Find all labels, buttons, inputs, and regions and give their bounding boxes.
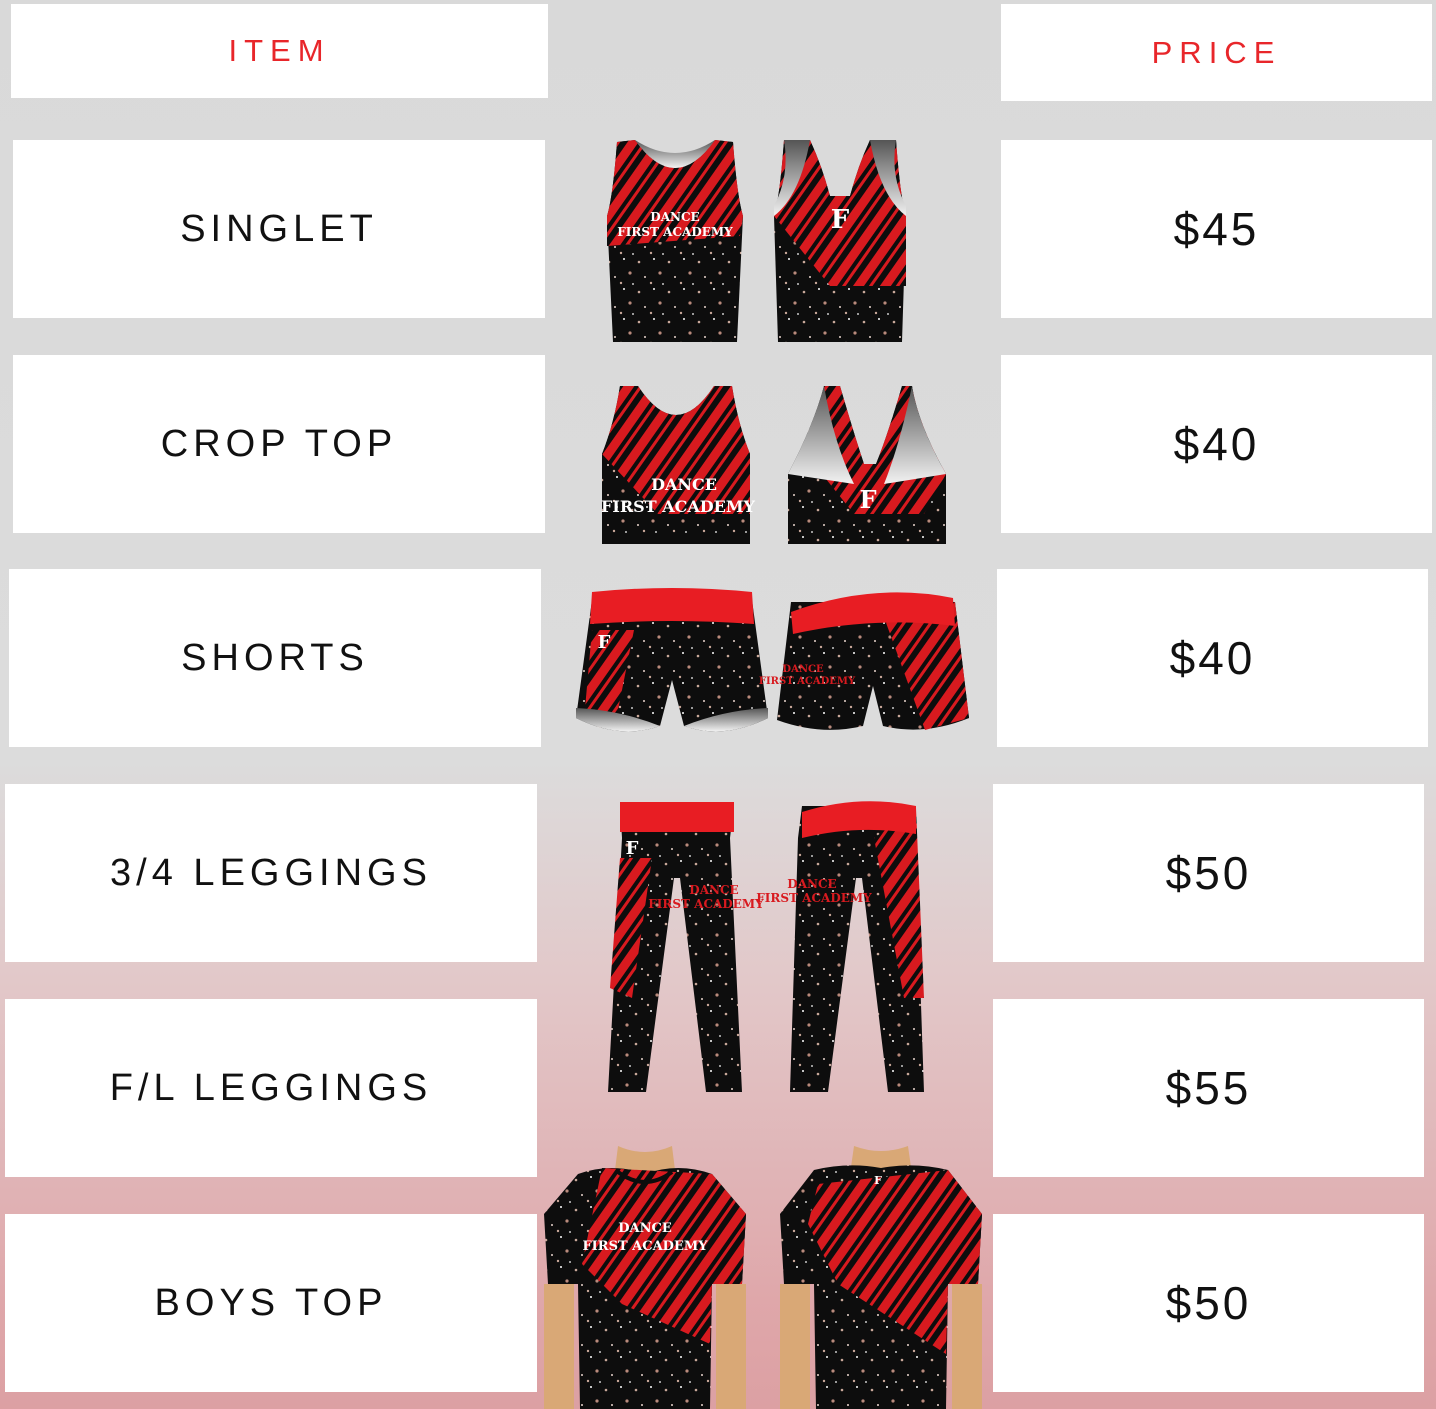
price-cell: $55 — [993, 999, 1424, 1177]
svg-text:FIRST ACADEMY: FIRST ACADEMY — [617, 225, 733, 239]
svg-text:FIRST ACADEMY: FIRST ACADEMY — [759, 676, 856, 687]
item-name: 3/4 LEGGINGS — [110, 851, 432, 894]
item-name: SINGLET — [180, 207, 378, 250]
svg-text:DANCE: DANCE — [689, 883, 738, 897]
leggings-back-image: DANCE FIRST ACADEMY — [756, 798, 934, 1098]
item-price: $45 — [1173, 203, 1260, 255]
item-price: $40 — [1173, 418, 1260, 470]
price-cell: $45 — [1001, 140, 1432, 318]
leggings-front-image: F DANCE FIRST ACADEMY — [602, 798, 764, 1098]
svg-text:DANCE: DANCE — [618, 1221, 672, 1236]
item-price: $40 — [1169, 632, 1256, 684]
item-price: $50 — [1165, 1277, 1252, 1329]
item-name-cell: 3/4 LEGGINGS — [5, 784, 537, 962]
svg-text:DANCE: DANCE — [787, 877, 836, 891]
item-name-cell: CROP TOP — [13, 355, 545, 533]
item-header-label: ITEM — [228, 33, 331, 68]
item-name-cell: F/L LEGGINGS — [5, 999, 537, 1177]
boys-top-back-image: F — [778, 1144, 984, 1409]
svg-text:F: F — [626, 838, 639, 859]
price-cell: $40 — [1001, 355, 1432, 533]
svg-text:DANCE: DANCE — [651, 475, 717, 494]
svg-text:FIRST ACADEMY: FIRST ACADEMY — [756, 891, 872, 905]
item-name: SHORTS — [181, 636, 369, 679]
svg-text:FIRST ACADEMY: FIRST ACADEMY — [601, 497, 756, 516]
price-header: PRICE — [1001, 4, 1432, 101]
item-header: ITEM — [11, 4, 548, 98]
shorts-front-image: F — [574, 588, 770, 740]
svg-text:F: F — [598, 632, 611, 653]
svg-text:FIRST ACADEMY: FIRST ACADEMY — [648, 897, 764, 911]
svg-text:F: F — [831, 205, 850, 235]
singlet-front-image: DANCE FIRST ACADEMY — [605, 136, 745, 346]
singlet-back-image: F — [770, 136, 910, 346]
price-header-label: PRICE — [1151, 34, 1282, 70]
item-name-cell: SINGLET — [13, 140, 545, 318]
item-name: BOYS TOP — [154, 1281, 388, 1324]
svg-text:DANCE: DANCE — [650, 210, 699, 224]
svg-text:FIRST ACADEMY: FIRST ACADEMY — [582, 1239, 708, 1254]
item-price: $50 — [1165, 847, 1252, 899]
svg-text:F: F — [859, 485, 876, 514]
svg-text:F: F — [874, 1174, 882, 1187]
item-name-cell: SHORTS — [9, 569, 541, 747]
shorts-back-image: DANCE FIRST ACADEMY — [759, 590, 971, 740]
item-name: CROP TOP — [160, 422, 398, 465]
price-cell: $50 — [993, 1214, 1424, 1392]
price-cell: $50 — [993, 784, 1424, 962]
price-cell: $40 — [997, 569, 1428, 747]
crop-top-front-image: DANCE FIRST ACADEMY — [598, 384, 756, 546]
item-name: F/L LEGGINGS — [109, 1066, 433, 1109]
item-price: $55 — [1165, 1062, 1252, 1114]
svg-text:DANCE: DANCE — [782, 664, 824, 675]
crop-top-back-image: F — [784, 384, 950, 546]
boys-top-front-image: DANCE FIRST ACADEMY — [542, 1144, 748, 1409]
item-name-cell: BOYS TOP — [5, 1214, 537, 1392]
